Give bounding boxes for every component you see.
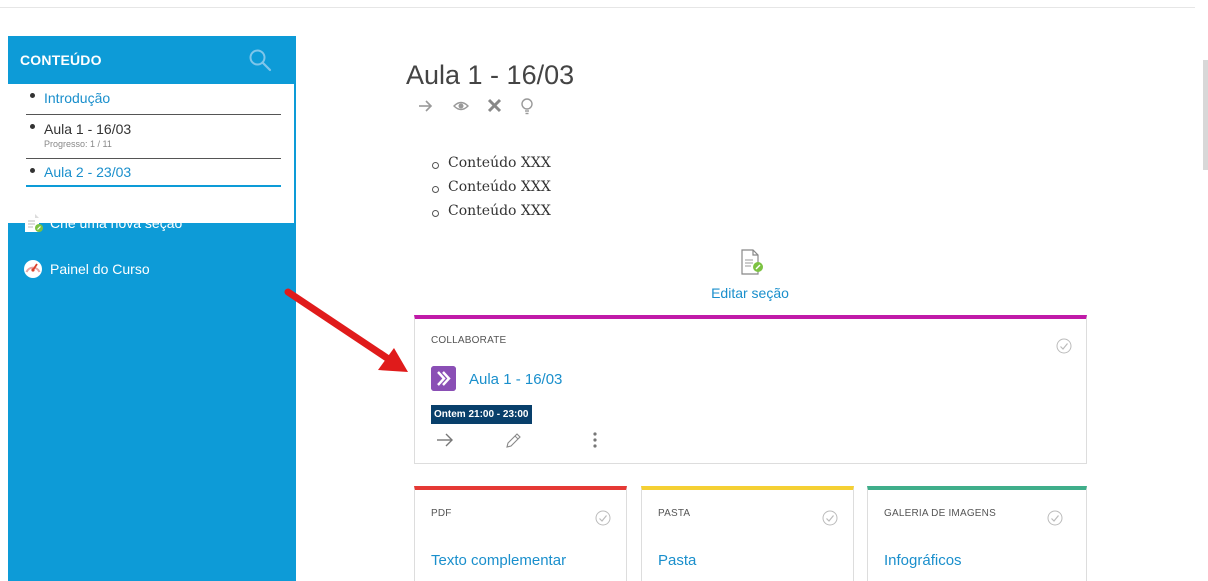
sidebar-item-label[interactable]: Introdução [44, 90, 110, 106]
resource-type-label: GALERIA DE IMAGENS [884, 508, 996, 519]
edit-section-button[interactable]: Editar seção [700, 248, 800, 301]
resource-title-link[interactable]: Infográficos [884, 552, 962, 569]
document-edit-icon [25, 214, 43, 232]
close-icon[interactable] [484, 97, 510, 115]
pencil-icon[interactable] [503, 429, 523, 451]
resource-card-pdf: PDF Texto complementar [414, 486, 627, 581]
resource-card-pasta: PASTA Pasta [641, 486, 854, 581]
resource-title-link[interactable]: Texto complementar [431, 552, 566, 569]
list-item: Conteúdo XXX [430, 203, 551, 227]
top-divider [0, 7, 1195, 8]
page-title: Aula 1 - 16/03 [406, 60, 575, 90]
activity-card-collaborate: COLLABORATE Aula 1 - 16/03 Ontem 21:00 -… [414, 315, 1087, 464]
list-item: Conteúdo XXX [430, 179, 551, 203]
annotation-arrow [284, 288, 408, 372]
time-badge: Ontem 21:00 - 23:00 [431, 405, 532, 424]
sidebar-item-label: Aula 1 - 16/03 [44, 121, 132, 137]
resource-type-label: PDF [431, 508, 452, 519]
activity-type-label: COLLABORATE [431, 335, 507, 346]
sidebar-item-aula-1[interactable]: Aula 1 - 16/03 Progresso: 1 / 11 [26, 115, 281, 159]
list-item: Conteúdo XXX [430, 155, 551, 179]
resource-card-galeria: GALERIA DE IMAGENS Infográficos [867, 486, 1087, 581]
resource-type-label: PASTA [658, 508, 691, 519]
arrow-right-icon[interactable] [416, 97, 442, 115]
sidebar-section-list: Introdução Aula 1 - 16/03 Progresso: 1 /… [8, 84, 294, 223]
sidebar-title: CONTEÚDO [20, 52, 102, 68]
document-edit-icon [741, 249, 763, 275]
dashboard-icon [24, 260, 42, 278]
resource-title-link[interactable]: Pasta [658, 552, 696, 569]
more-options-icon[interactable] [585, 429, 605, 451]
lightbulb-icon[interactable] [518, 97, 544, 115]
eye-icon[interactable] [450, 97, 476, 115]
search-icon[interactable] [248, 48, 272, 72]
create-section-label[interactable]: Crie uma nova seção [50, 215, 182, 231]
scrollbar-thumb[interactable] [1203, 60, 1208, 170]
completion-check-icon[interactable] [595, 510, 611, 526]
progress-text: Progresso: 1 / 11 [44, 139, 112, 149]
course-sidebar: CONTEÚDO Introdução Aula 1 - 16/03 Progr… [8, 36, 296, 581]
completion-check-icon[interactable] [1047, 510, 1063, 526]
create-section-link[interactable]: Crie uma nova seção [22, 212, 182, 234]
sidebar-item-introducao[interactable]: Introdução [26, 84, 281, 115]
course-dashboard-label[interactable]: Painel do Curso [50, 261, 150, 277]
edit-section-label[interactable]: Editar seção [700, 285, 800, 301]
completion-check-icon[interactable] [1056, 338, 1072, 354]
sidebar-item-label[interactable]: Aula 2 - 23/03 [44, 164, 131, 180]
collaborate-icon [431, 366, 456, 391]
arrow-right-icon[interactable] [435, 429, 455, 451]
activity-title-link[interactable]: Aula 1 - 16/03 [469, 371, 562, 388]
sidebar-item-aula-2[interactable]: Aula 2 - 23/03 [26, 159, 281, 187]
section-content-list: Conteúdo XXX Conteúdo XXX Conteúdo XXX [430, 155, 551, 227]
course-dashboard-link[interactable]: Painel do Curso [22, 258, 150, 280]
completion-check-icon[interactable] [822, 510, 838, 526]
sidebar-header: CONTEÚDO [8, 36, 296, 82]
section-actions [416, 97, 552, 115]
